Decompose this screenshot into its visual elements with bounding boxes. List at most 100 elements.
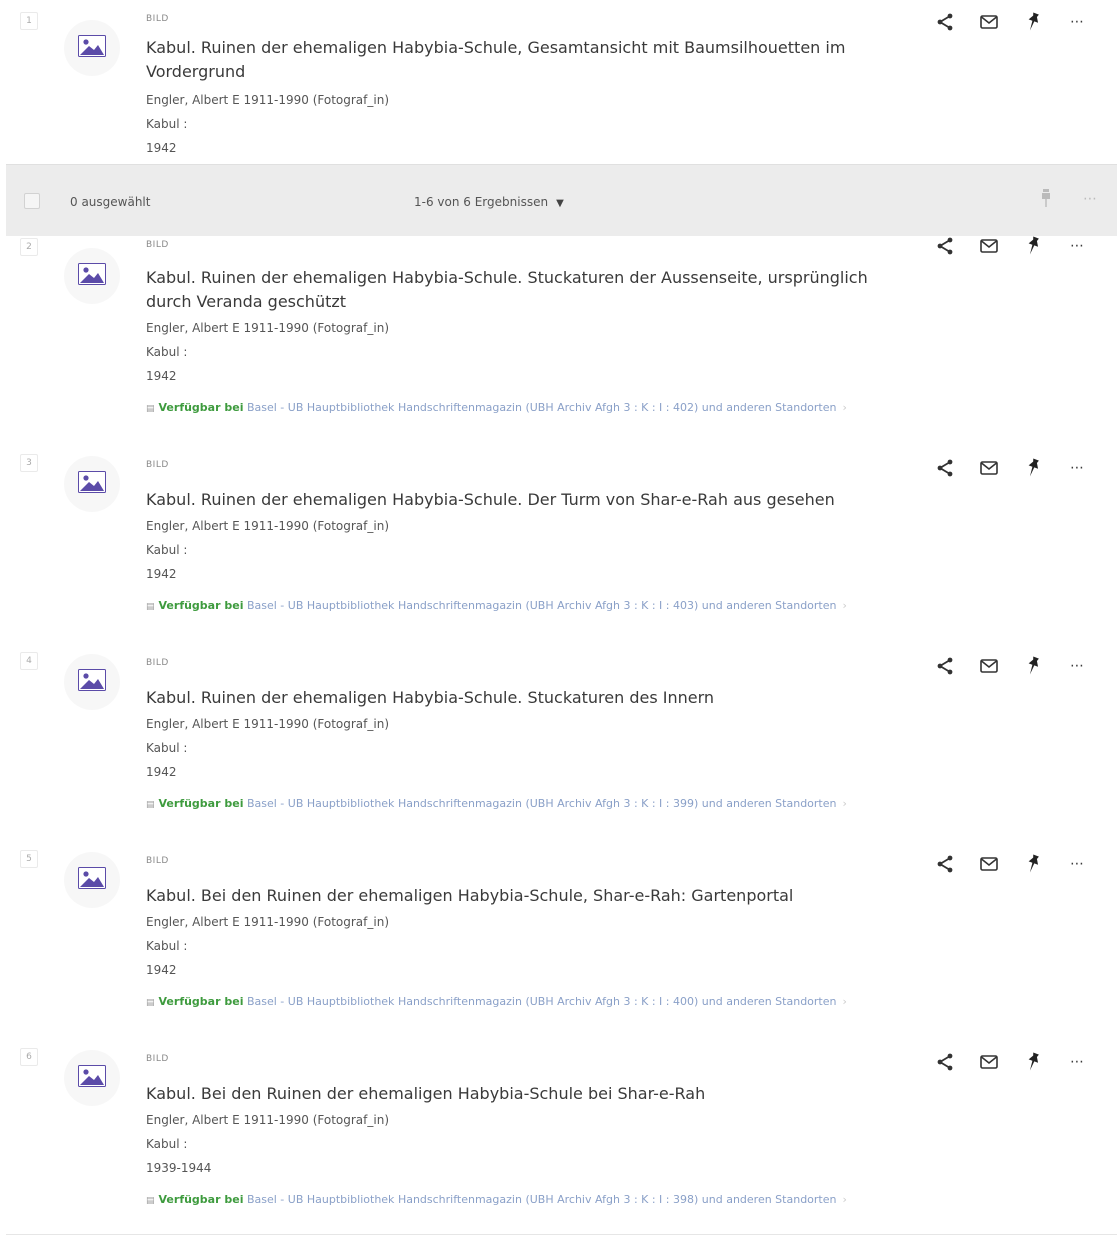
share-icon[interactable] — [923, 232, 967, 260]
record-title[interactable]: Kabul. Bei den Ruinen der ehemaligen Hab… — [146, 1082, 916, 1106]
image-thumbnail[interactable] — [64, 654, 120, 710]
pin-icon[interactable] — [1011, 454, 1055, 482]
chevron-right-icon: › — [842, 797, 847, 810]
result-record: 3 BILD Kabul. Ruinen der ehemaligen Haby… — [6, 442, 1117, 641]
pin-icon[interactable] — [1011, 1048, 1055, 1076]
availability-library: Basel - UB Hauptbibliothek — [246, 1193, 395, 1206]
image-thumbnail[interactable] — [64, 852, 120, 908]
record-title[interactable]: Kabul. Ruinen der ehemaligen Habybia-Sch… — [146, 36, 916, 84]
email-icon[interactable] — [967, 850, 1011, 878]
record-actions: ⋯ — [923, 652, 1099, 680]
more-icon[interactable]: ⋯ — [1078, 189, 1102, 209]
email-icon[interactable] — [967, 8, 1011, 36]
document-icon: ▤ — [146, 602, 155, 612]
result-record: 1 BILD Kabul. Ruinen der ehemaligen Haby… — [6, 0, 1117, 165]
record-meta: Engler, Albert E 1911-1990 (Fotograf_in)… — [146, 316, 389, 388]
image-thumbnail[interactable] — [64, 1050, 120, 1106]
availability-library: Basel - UB Hauptbibliothek — [246, 797, 395, 810]
image-thumbnail[interactable] — [64, 20, 120, 76]
document-icon: ▤ — [146, 800, 155, 810]
record-meta: Engler, Albert E 1911-1990 (Fotograf_in)… — [146, 88, 389, 160]
pin-icon[interactable] — [1011, 8, 1055, 36]
result-record: 2 BILD Kabul. Ruinen der ehemaligen Haby… — [6, 236, 1117, 443]
share-icon[interactable] — [923, 454, 967, 482]
more-icon[interactable]: ⋯ — [1055, 232, 1099, 260]
share-icon[interactable] — [923, 1048, 967, 1076]
chevron-right-icon: › — [842, 995, 847, 1008]
availability-status: Verfügbar bei — [158, 797, 244, 810]
record-place: Kabul : — [146, 1137, 188, 1151]
record-select-checkbox[interactable]: 6 — [20, 1048, 38, 1066]
availability-line[interactable]: ▤ Verfügbar bei Basel - UB Hauptbibliothe… — [146, 1193, 847, 1206]
email-icon[interactable] — [967, 1048, 1011, 1076]
result-record: 6 BILD Kabul. Bei den Ruinen der ehemali… — [6, 1036, 1117, 1235]
record-select-checkbox[interactable]: 1 — [20, 12, 38, 30]
share-icon[interactable] — [923, 8, 967, 36]
record-actions: ⋯ — [923, 850, 1099, 878]
select-all-checkbox[interactable] — [24, 193, 40, 209]
availability-line[interactable]: ▤ Verfügbar bei Basel - UB Hauptbibliothe… — [146, 401, 847, 414]
email-icon[interactable] — [967, 652, 1011, 680]
availability-status: Verfügbar bei — [158, 401, 244, 414]
record-creator: Engler, Albert E 1911-1990 (Fotograf_in) — [146, 519, 389, 533]
caret-down-icon: ▼ — [556, 198, 564, 209]
record-select-checkbox[interactable]: 2 — [20, 238, 38, 256]
results-toolbar: 0 ausgewählt 1-6 von 6 Ergebnissen ▼ ⋯ — [6, 164, 1117, 238]
record-creator: Engler, Albert E 1911-1990 (Fotograf_in) — [146, 1113, 389, 1127]
record-place: Kabul : — [146, 543, 188, 557]
record-select-checkbox[interactable]: 5 — [20, 850, 38, 868]
document-icon: ▤ — [146, 404, 155, 414]
availability-line[interactable]: ▤ Verfügbar bei Basel - UB Hauptbibliothe… — [146, 995, 847, 1008]
availability-line[interactable]: ▤ Verfügbar bei Basel - UB Hauptbibliothe… — [146, 599, 847, 612]
availability-line[interactable]: ▤ Verfügbar bei Basel - UB Hauptbibliothe… — [146, 797, 847, 810]
image-icon — [78, 471, 106, 497]
more-icon[interactable]: ⋯ — [1055, 850, 1099, 878]
record-date: 1942 — [146, 963, 177, 977]
record-title[interactable]: Kabul. Ruinen der ehemaligen Habybia-Sch… — [146, 488, 916, 512]
record-creator: Engler, Albert E 1911-1990 (Fotograf_in) — [146, 93, 389, 107]
document-icon: ▤ — [146, 1196, 155, 1206]
email-icon[interactable] — [967, 454, 1011, 482]
image-thumbnail[interactable] — [64, 456, 120, 512]
pin-icon[interactable] — [1011, 850, 1055, 878]
record-title[interactable]: Kabul. Ruinen der ehemaligen Habybia-Sch… — [146, 266, 916, 314]
pin-icon[interactable] — [1011, 232, 1055, 260]
record-select-checkbox[interactable]: 4 — [20, 652, 38, 670]
record-date: 1939-1944 — [146, 1161, 212, 1175]
image-icon — [78, 35, 106, 61]
image-icon — [78, 1065, 106, 1091]
share-icon[interactable] — [923, 652, 967, 680]
results-page: 1 BILD Kabul. Ruinen der ehemaligen Haby… — [6, 0, 1117, 1248]
availability-location: Handschriftenmagazin (UBH Archiv Afgh 3 … — [397, 995, 837, 1008]
pin-icon[interactable] — [1036, 187, 1056, 209]
record-meta: Engler, Albert E 1911-1990 (Fotograf_in)… — [146, 514, 389, 586]
result-record: 5 BILD Kabul. Bei den Ruinen der ehemali… — [6, 838, 1117, 1037]
record-date: 1942 — [146, 765, 177, 779]
record-place: Kabul : — [146, 741, 188, 755]
results-range-dropdown[interactable]: 1-6 von 6 Ergebnissen ▼ — [414, 195, 564, 209]
result-record: 4 BILD Kabul. Ruinen der ehemaligen Haby… — [6, 640, 1117, 839]
record-select-checkbox[interactable]: 3 — [20, 454, 38, 472]
share-icon[interactable] — [923, 850, 967, 878]
email-icon[interactable] — [967, 232, 1011, 260]
availability-location: Handschriftenmagazin (UBH Archiv Afgh 3 … — [397, 401, 837, 414]
record-place: Kabul : — [146, 345, 188, 359]
record-title[interactable]: Kabul. Bei den Ruinen der ehemaligen Hab… — [146, 884, 916, 908]
more-icon[interactable]: ⋯ — [1055, 8, 1099, 36]
more-icon[interactable]: ⋯ — [1055, 1048, 1099, 1076]
availability-location: Handschriftenmagazin (UBH Archiv Afgh 3 … — [397, 599, 837, 612]
results-range-label: 1-6 von 6 Ergebnissen — [414, 195, 549, 209]
record-actions: ⋯ — [923, 8, 1099, 36]
record-creator: Engler, Albert E 1911-1990 (Fotograf_in) — [146, 717, 389, 731]
record-title[interactable]: Kabul. Ruinen der ehemaligen Habybia-Sch… — [146, 686, 916, 710]
more-icon[interactable]: ⋯ — [1055, 652, 1099, 680]
image-thumbnail[interactable] — [64, 248, 120, 304]
availability-location: Handschriftenmagazin (UBH Archiv Afgh 3 … — [397, 797, 837, 810]
record-actions: ⋯ — [923, 1048, 1099, 1076]
pin-icon[interactable] — [1011, 652, 1055, 680]
more-icon[interactable]: ⋯ — [1055, 454, 1099, 482]
chevron-right-icon: › — [842, 401, 847, 414]
record-actions: ⋯ — [923, 232, 1099, 260]
record-date: 1942 — [146, 369, 177, 383]
image-icon — [78, 867, 106, 893]
